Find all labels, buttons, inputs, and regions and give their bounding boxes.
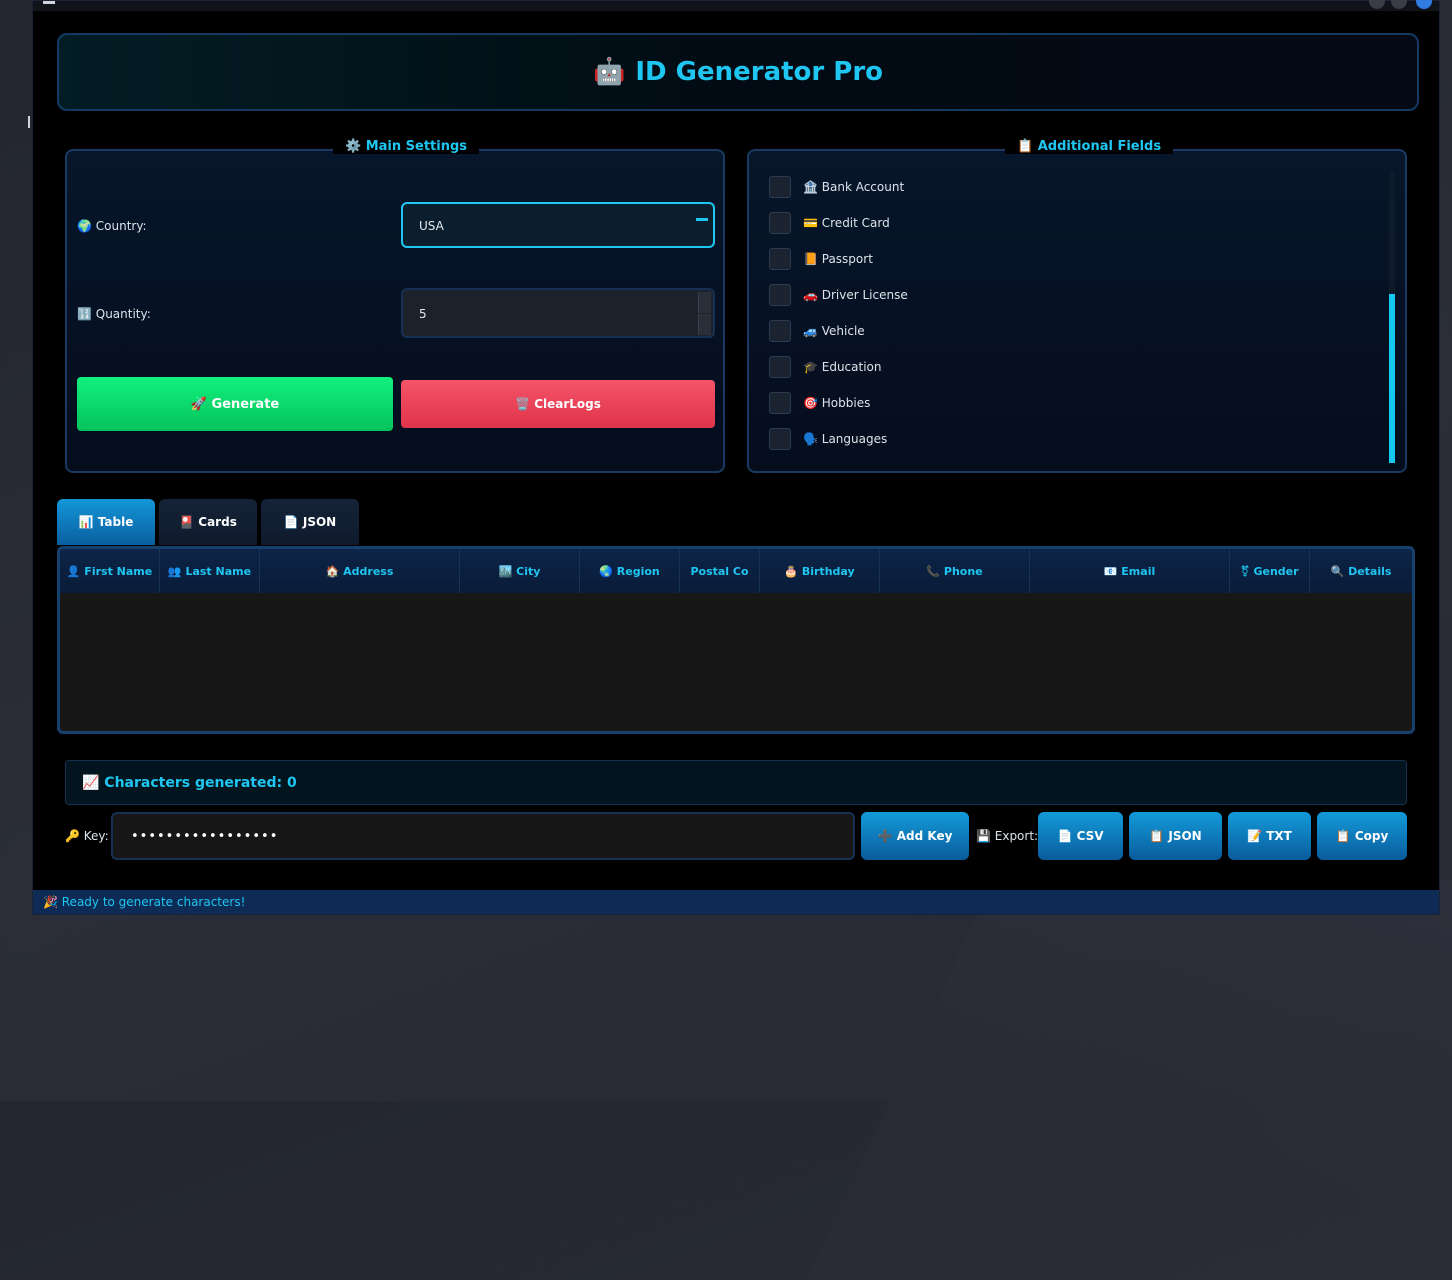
additional-fields-group: 📋 Additional Fields 🏦 Bank Account 💳 Cre… [747,139,1407,473]
fields-scrollbar-thumb[interactable] [1389,294,1395,463]
column-header-last-name[interactable]: 👥 Last Name [160,549,260,593]
column-header-birthday[interactable]: 🎂 Birthday [760,549,880,593]
field-item-driver-license[interactable]: 🚗 Driver License [769,283,908,307]
quantity-label: 🔢 Quantity: [77,307,151,321]
languages-checkbox[interactable] [769,428,791,450]
export-label: 💾 Export: [976,829,1039,843]
main-settings-title: ⚙️ Main Settings [333,139,480,154]
column-header-city[interactable]: 🏙️ City [460,549,580,593]
export-csv-button[interactable]: 📄 CSV [1038,812,1123,860]
field-item-hobbies[interactable]: 🎯 Hobbies [769,391,870,415]
quantity-spinbox[interactable]: 5 [401,288,715,338]
column-header-gender[interactable]: ⚧ Gender [1230,549,1310,593]
app-title-text: ID Generator Pro [635,57,884,87]
credit-card-label: 💳 Credit Card [803,216,890,230]
column-header-details[interactable]: 🔍 Details [1310,549,1412,593]
country-label: 🌍 Country: [77,219,147,233]
clear-logs-button[interactable]: 🗑️ ClearLogs [401,380,715,428]
vehicle-label: 🚙 Vehicle [803,324,865,338]
key-label: 🔑 Key: [65,829,109,843]
education-checkbox[interactable] [769,356,791,378]
education-label: 🎓 Education [803,360,882,374]
title-bar [33,0,1439,11]
passport-checkbox[interactable] [769,248,791,270]
dropdown-indicator-icon[interactable] [696,218,708,221]
column-header-address[interactable]: 🏠 Address [260,549,460,593]
bank-account-checkbox[interactable] [769,176,791,198]
tab-cards[interactable]: 🎴 Cards [159,499,257,545]
minimize-button[interactable] [1369,0,1385,9]
languages-label: 🗣️ Languages [803,432,888,446]
app-menu-icon[interactable] [43,1,55,4]
generate-button[interactable]: 🚀 Generate [77,377,393,431]
country-value: USA [419,219,444,233]
main-settings-group: ⚙️ Main Settings 🌍 Country: USA 🔢 Quanti… [65,139,725,473]
app-window: 🤖 ID Generator Pro ⚙️ Main Settings 🌍 Cou… [32,0,1440,915]
field-item-vehicle[interactable]: 🚙 Vehicle [769,319,865,343]
driver-license-label: 🚗 Driver License [803,288,908,302]
increment-arrow-icon[interactable] [698,292,711,313]
tab-json[interactable]: 📄 JSON [261,499,359,545]
passport-label: 📙 Passport [803,252,873,266]
export-json-button[interactable]: 📋 JSON [1129,812,1222,860]
desktop-background-shape [806,880,1452,1280]
column-header-phone[interactable]: 📞 Phone [880,549,1030,593]
key-password-input[interactable]: ••••••••••••••••• [111,812,855,860]
additional-fields-title: 📋 Additional Fields [1005,139,1174,154]
field-item-passport[interactable]: 📙 Passport [769,247,873,271]
copy-button[interactable]: 📋 Copy [1317,812,1407,860]
driver-license-checkbox[interactable] [769,284,791,306]
results-table: 👤 First Name 👥 Last Name 🏠 Address 🏙️ Ci… [57,546,1415,734]
field-item-bank-account[interactable]: 🏦 Bank Account [769,175,904,199]
hobbies-checkbox[interactable] [769,392,791,414]
status-bar: 🎉 Ready to generate characters! [33,890,1439,914]
quantity-value: 5 [419,307,427,321]
vehicle-checkbox[interactable] [769,320,791,342]
column-header-region[interactable]: 🌏 Region [580,549,680,593]
export-txt-button[interactable]: 📝 TXT [1228,812,1311,860]
field-item-languages[interactable]: 🗣️ Languages [769,427,887,451]
bank-account-label: 🏦 Bank Account [803,180,905,194]
field-item-credit-card[interactable]: 💳 Credit Card [769,211,890,235]
hobbies-label: 🎯 Hobbies [803,396,871,410]
app-header: 🤖 ID Generator Pro [57,33,1419,111]
app-title: 🤖 ID Generator Pro [593,57,883,87]
credit-card-checkbox[interactable] [769,212,791,234]
maximize-button[interactable] [1391,0,1407,9]
column-header-email[interactable]: 📧 Email [1030,549,1230,593]
text-cursor-mark [28,116,30,128]
column-header-postal-code[interactable]: Postal Co [680,549,760,593]
characters-generated-counter: 📈 Characters generated: 0 [65,760,1407,805]
add-key-button[interactable]: ➕ Add Key [861,812,969,860]
country-select[interactable]: USA [401,202,715,248]
decrement-arrow-icon[interactable] [698,314,711,335]
robot-icon: 🤖 [592,57,626,87]
table-header-row: 👤 First Name 👥 Last Name 🏠 Address 🏙️ Ci… [60,549,1412,593]
tab-table[interactable]: 📊 Table [57,499,155,545]
close-button[interactable] [1416,0,1432,9]
column-header-first-name[interactable]: 👤 First Name [60,549,160,593]
field-item-education[interactable]: 🎓 Education [769,355,882,379]
